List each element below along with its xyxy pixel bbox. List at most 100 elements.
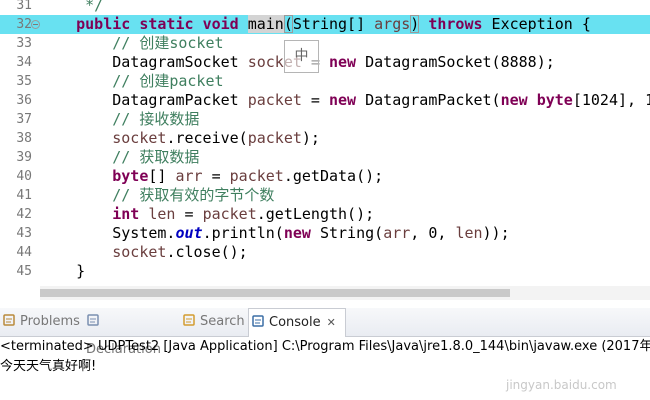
code-token: System.: [40, 224, 176, 242]
code-token: packet: [247, 91, 302, 109]
code-token: .close();: [166, 243, 248, 261]
code-token: socket: [112, 243, 167, 261]
code-token: .getData();: [283, 167, 384, 185]
line-number: 45: [16, 264, 32, 279]
code-text: }: [40, 262, 85, 281]
line-number: 39: [16, 150, 32, 165]
code-text: socket.close();: [40, 243, 248, 262]
code-token: DatagramPacket: [40, 91, 248, 109]
declaration-icon: [86, 310, 100, 326]
code-token: packet: [247, 129, 302, 147]
code-text: int len = packet.getLength();: [40, 205, 374, 224]
scrollbar-thumb[interactable]: [40, 289, 510, 297]
tab-search[interactable]: Search: [180, 308, 246, 336]
line-number: 41: [16, 188, 32, 203]
code-line[interactable]: 31 */: [0, 0, 650, 15]
code-text: public static void main(String[] args) t…: [40, 15, 591, 34]
line-number: 43: [16, 226, 32, 241]
code-token: ));: [482, 224, 510, 242]
code-token: new: [283, 224, 311, 242]
code-line[interactable]: 32 public static void main(String[] args…: [0, 15, 650, 34]
code-line[interactable]: 39 // 获取数据: [0, 148, 650, 167]
code-line[interactable]: 36 DatagramPacket packet = new DatagramP…: [0, 91, 650, 110]
tab-problems[interactable]: Problems: [0, 308, 82, 336]
line-number: 32: [16, 17, 32, 32]
search-icon: [182, 310, 196, 326]
code-editor[interactable]: 31 */32 public static void main(String[]…: [0, 0, 650, 300]
close-icon[interactable]: ✕: [327, 316, 336, 329]
console-status-line: <terminated> UDPTest2 [Java Application]…: [0, 339, 650, 354]
code-token: byte: [536, 91, 573, 109]
code-token: =: [301, 91, 329, 109]
code-text: // 创建packet: [40, 72, 224, 91]
code-token: String[]: [292, 15, 375, 33]
code-text: System.out.println(new String(arr, 0, le…: [40, 224, 510, 243]
code-line[interactable]: 35 // 创建packet: [0, 72, 650, 91]
line-number: 44: [16, 245, 32, 260]
code-text: // 获取有效的字节个数: [40, 186, 274, 205]
code-token: out: [175, 224, 203, 242]
code-token: , 0,: [410, 224, 456, 242]
line-number: 31: [16, 0, 32, 13]
line-number: 37: [16, 112, 32, 127]
code-token: =: [202, 167, 230, 185]
code-token: =: [175, 205, 203, 223]
code-text: */: [40, 0, 103, 15]
console-output-line: 今天天气真好啊!: [0, 359, 97, 374]
code-token: String(: [310, 224, 384, 242]
code-line[interactable]: 44 socket.close();: [0, 243, 650, 262]
code-token: // 接收数据: [112, 110, 200, 128]
code-token: len: [455, 224, 483, 242]
code-text: // 获取数据: [40, 148, 199, 167]
code-line[interactable]: 34 DatagramSocket socket = new DatagramS…: [0, 53, 650, 72]
code-token: DatagramSocket(8888);: [356, 53, 555, 71]
tab-console[interactable]: Console ✕: [248, 308, 346, 337]
code-text: DatagramPacket packet = new DatagramPack…: [40, 91, 650, 110]
tab-declaration[interactable]: Declaration: [84, 308, 178, 357]
code-token: DatagramSocket: [40, 53, 248, 71]
tab-label: Search: [200, 314, 245, 329]
code-line[interactable]: 45 }: [0, 262, 650, 281]
code-line[interactable]: 40 byte[] arr = packet.getData();: [0, 167, 650, 186]
editor-horizontal-scrollbar[interactable]: [40, 286, 650, 300]
code-text: socket.receive(packet);: [40, 129, 320, 148]
watermark: jingyan.baidu.com: [506, 378, 617, 392]
code-line[interactable]: 38 socket.receive(packet);: [0, 129, 650, 148]
code-token: packet: [229, 167, 284, 185]
line-number: 33: [16, 36, 32, 51]
code-token: public: [76, 15, 131, 33]
line-number: 35: [16, 74, 32, 89]
code-token: void: [202, 15, 239, 33]
code-token: // 创建packet: [112, 72, 224, 90]
code-line[interactable]: 33 // 创建socket: [0, 34, 650, 53]
code-token: DatagramPacket(: [356, 91, 501, 109]
line-number: 36: [16, 93, 32, 108]
code-token: arr: [175, 167, 203, 185]
code-token: // 创建socket: [112, 34, 224, 52]
code-line[interactable]: 41 // 获取有效的字节个数: [0, 186, 650, 205]
line-number: 34: [16, 55, 32, 70]
console-icon: [251, 311, 265, 327]
code-token: Exception {: [482, 15, 591, 33]
code-token: new: [329, 91, 357, 109]
collapse-fold-icon[interactable]: [31, 20, 40, 29]
line-number: 42: [16, 207, 32, 222]
code-line[interactable]: 37 // 接收数据: [0, 110, 650, 129]
code-token: // 获取有效的字节个数: [112, 186, 275, 204]
code-line[interactable]: 43 System.out.println(new String(arr, 0,…: [0, 224, 650, 243]
problems-icon: [2, 310, 16, 326]
code-line[interactable]: 42 int len = packet.getLength();: [0, 205, 650, 224]
code-token: ): [410, 15, 420, 33]
code-token: );: [301, 129, 320, 147]
